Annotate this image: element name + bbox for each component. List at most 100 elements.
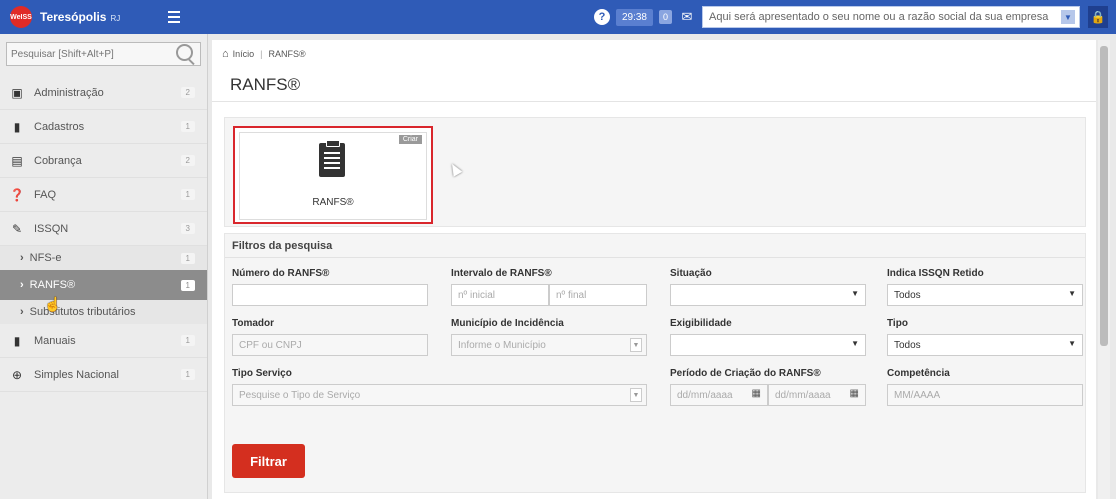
- sidebar-search: [6, 42, 201, 66]
- sidebar-item-count: 3: [180, 223, 195, 234]
- chevron-down-icon[interactable]: ▼: [630, 388, 642, 402]
- issqn-retido-select[interactable]: Todos ▼: [887, 284, 1083, 306]
- sidebar: ▣ Administração 2 ▮ Cadastros 1 ▤ Cobran…: [0, 34, 208, 499]
- company-select[interactable]: Aqui será apresentado o seu nome ou a ra…: [702, 6, 1080, 28]
- competencia-field: Competência MM/AAAA: [887, 368, 1083, 406]
- sidebar-item-faq[interactable]: ❓ FAQ 1: [0, 178, 207, 212]
- sidebar-subitem-label: RANFS®: [29, 279, 76, 291]
- competencia-input[interactable]: MM/AAAA: [887, 384, 1083, 406]
- competencia-label: Competência: [887, 368, 950, 379]
- periodo-ate-input[interactable]: dd/mm/aaaa ▦: [768, 384, 866, 406]
- tipo-select[interactable]: Todos ▼: [887, 334, 1083, 356]
- tipo-label: Tipo: [887, 318, 908, 329]
- chevron-down-icon[interactable]: ▼: [630, 338, 642, 352]
- globe-icon: ⊕: [11, 367, 23, 382]
- create-button[interactable]: Criar: [398, 135, 422, 144]
- chevron-down-icon: ▼: [1061, 10, 1075, 24]
- brand[interactable]: WeISS Teresópolis RJ: [0, 0, 186, 34]
- intervalo-final-input[interactable]: nº final: [549, 284, 647, 306]
- sidebar-item-administracao[interactable]: ▣ Administração 2: [0, 76, 207, 110]
- sidebar-subitem-ranfs[interactable]: › RANFS® 1: [0, 270, 207, 300]
- exigibilidade-select[interactable]: ▼: [670, 334, 866, 356]
- chevron-down-icon: ▼: [1068, 339, 1076, 348]
- periodo-label: Período de Criação do RANFS®: [670, 368, 821, 379]
- search-input[interactable]: [6, 42, 201, 66]
- message-count-badge[interactable]: 0: [658, 10, 672, 24]
- exigibilidade-field: Exigibilidade ▼: [670, 318, 866, 356]
- calendar-icon[interactable]: ▦: [850, 388, 859, 399]
- breadcrumb: ⌂ Início | RANFS®: [212, 40, 1096, 68]
- situacao-label: Situação: [670, 268, 712, 279]
- sidebar-item-count: 1: [180, 335, 195, 346]
- top-right-tools: ? 29:38 0 ✉ Aqui será apresentado o seu …: [593, 6, 1108, 28]
- numero-input[interactable]: [232, 284, 428, 306]
- tipo-servico-input[interactable]: Pesquise o Tipo de Serviço ▼: [232, 384, 647, 406]
- breadcrumb-home[interactable]: Início: [233, 49, 255, 59]
- tile-inner: Criar RANFS®: [239, 132, 427, 220]
- menu-toggle-button[interactable]: [164, 7, 184, 27]
- tomador-input[interactable]: CPF ou CNPJ: [232, 334, 428, 356]
- sidebar-item-issqn[interactable]: ✎ ISSQN 3: [0, 212, 207, 246]
- sidebar-item-label: Cobrança: [34, 154, 82, 167]
- search-icon[interactable]: [176, 44, 193, 61]
- tomador-label: Tomador: [232, 318, 275, 329]
- filters-title: Filtros da pesquisa: [225, 234, 1085, 258]
- question-icon: ❓: [9, 187, 25, 202]
- chevron-down-icon: ▼: [1068, 289, 1076, 298]
- chevron-down-icon: ▼: [851, 289, 859, 298]
- home-icon[interactable]: ⌂: [222, 48, 229, 60]
- company-select-text: Aqui será apresentado o seu nome ou a ra…: [709, 11, 1049, 23]
- filter-button[interactable]: Filtrar: [232, 444, 305, 478]
- main-content: ⌂ Início | RANFS® RANFS® Criar RANFS® Fi…: [212, 40, 1096, 499]
- sidebar-item-count: 1: [180, 369, 195, 380]
- tipo-servico-field: Tipo Serviço Pesquise o Tipo de Serviço ▼: [232, 368, 647, 406]
- tipo-servico-placeholder: Pesquise o Tipo de Serviço: [239, 389, 361, 401]
- issqn-retido-field: Indica ISSQN Retido Todos ▼: [887, 268, 1083, 306]
- hand-cursor-icon: ☝: [44, 296, 62, 312]
- municipio-field: Município de Incidência Informe o Municí…: [451, 318, 647, 356]
- clipboard-icon: [319, 140, 345, 177]
- sidebar-item-simples-nacional[interactable]: ⊕ Simples Nacional 1: [0, 358, 207, 392]
- scrollbar[interactable]: [1098, 40, 1110, 499]
- chevron-down-icon: ▼: [851, 339, 859, 348]
- sidebar-item-count: 2: [180, 87, 195, 98]
- periodo-de-input[interactable]: dd/mm/aaaa ▦: [670, 384, 768, 406]
- situacao-select[interactable]: ▼: [670, 284, 866, 306]
- sidebar-item-label: Manuais: [34, 334, 76, 347]
- pencil-icon: ✎: [11, 221, 23, 236]
- exigibilidade-label: Exigibilidade: [670, 318, 732, 329]
- ranfs-tile[interactable]: Criar RANFS®: [233, 126, 433, 224]
- hamburger-line: [168, 16, 180, 18]
- session-timer: 29:38: [615, 8, 653, 26]
- mail-icon[interactable]: ✉: [678, 8, 696, 26]
- issqn-retido-label: Indica ISSQN Retido: [887, 268, 984, 279]
- sidebar-item-label: Cadastros: [34, 120, 85, 133]
- top-bar: WeISS Teresópolis RJ ? 29:38 0 ✉ Aqui se…: [0, 0, 1116, 34]
- situacao-field: Situação ▼: [670, 268, 866, 306]
- calendar-icon[interactable]: ▦: [752, 388, 761, 399]
- calculator-icon: ▤: [11, 153, 23, 168]
- lock-icon[interactable]: 🔒: [1088, 6, 1108, 28]
- intervalo-group: nº inicial nº final: [451, 284, 647, 306]
- sidebar-item-count: 2: [180, 155, 195, 166]
- scrollbar-thumb[interactable]: [1100, 46, 1108, 346]
- help-icon[interactable]: ?: [593, 9, 610, 25]
- sidebar-item-count: 1: [180, 121, 195, 132]
- sidebar-subitem-nfse[interactable]: › NFS-e 1: [0, 246, 207, 270]
- periodo-de-placeholder: dd/mm/aaaa: [677, 389, 733, 401]
- sidebar-item-cadastros[interactable]: ▮ Cadastros 1: [0, 110, 207, 144]
- sidebar-item-manuais[interactable]: ▮ Manuais 1: [0, 324, 207, 358]
- sidebar-subitem-substitutos[interactable]: › Substitutos tributários: [0, 300, 207, 324]
- sidebar-item-label: ISSQN: [34, 222, 69, 235]
- app-logo: WeISS: [10, 6, 32, 28]
- sidebar-subitem-label: NFS-e: [29, 252, 62, 264]
- city-name: Teresópolis: [40, 10, 107, 24]
- intervalo-label: Intervalo de RANFS®: [451, 268, 552, 279]
- sidebar-item-cobranca[interactable]: ▤ Cobrança 2: [0, 144, 207, 178]
- intervalo-inicial-input[interactable]: nº inicial: [451, 284, 549, 306]
- tipo-servico-label: Tipo Serviço: [232, 368, 292, 379]
- clipboard-line: [324, 152, 340, 154]
- municipio-input[interactable]: Informe o Município ▼: [451, 334, 647, 356]
- clipboard-line: [324, 167, 340, 169]
- intervalo-field: Intervalo de RANFS® nº inicial nº final: [451, 268, 647, 306]
